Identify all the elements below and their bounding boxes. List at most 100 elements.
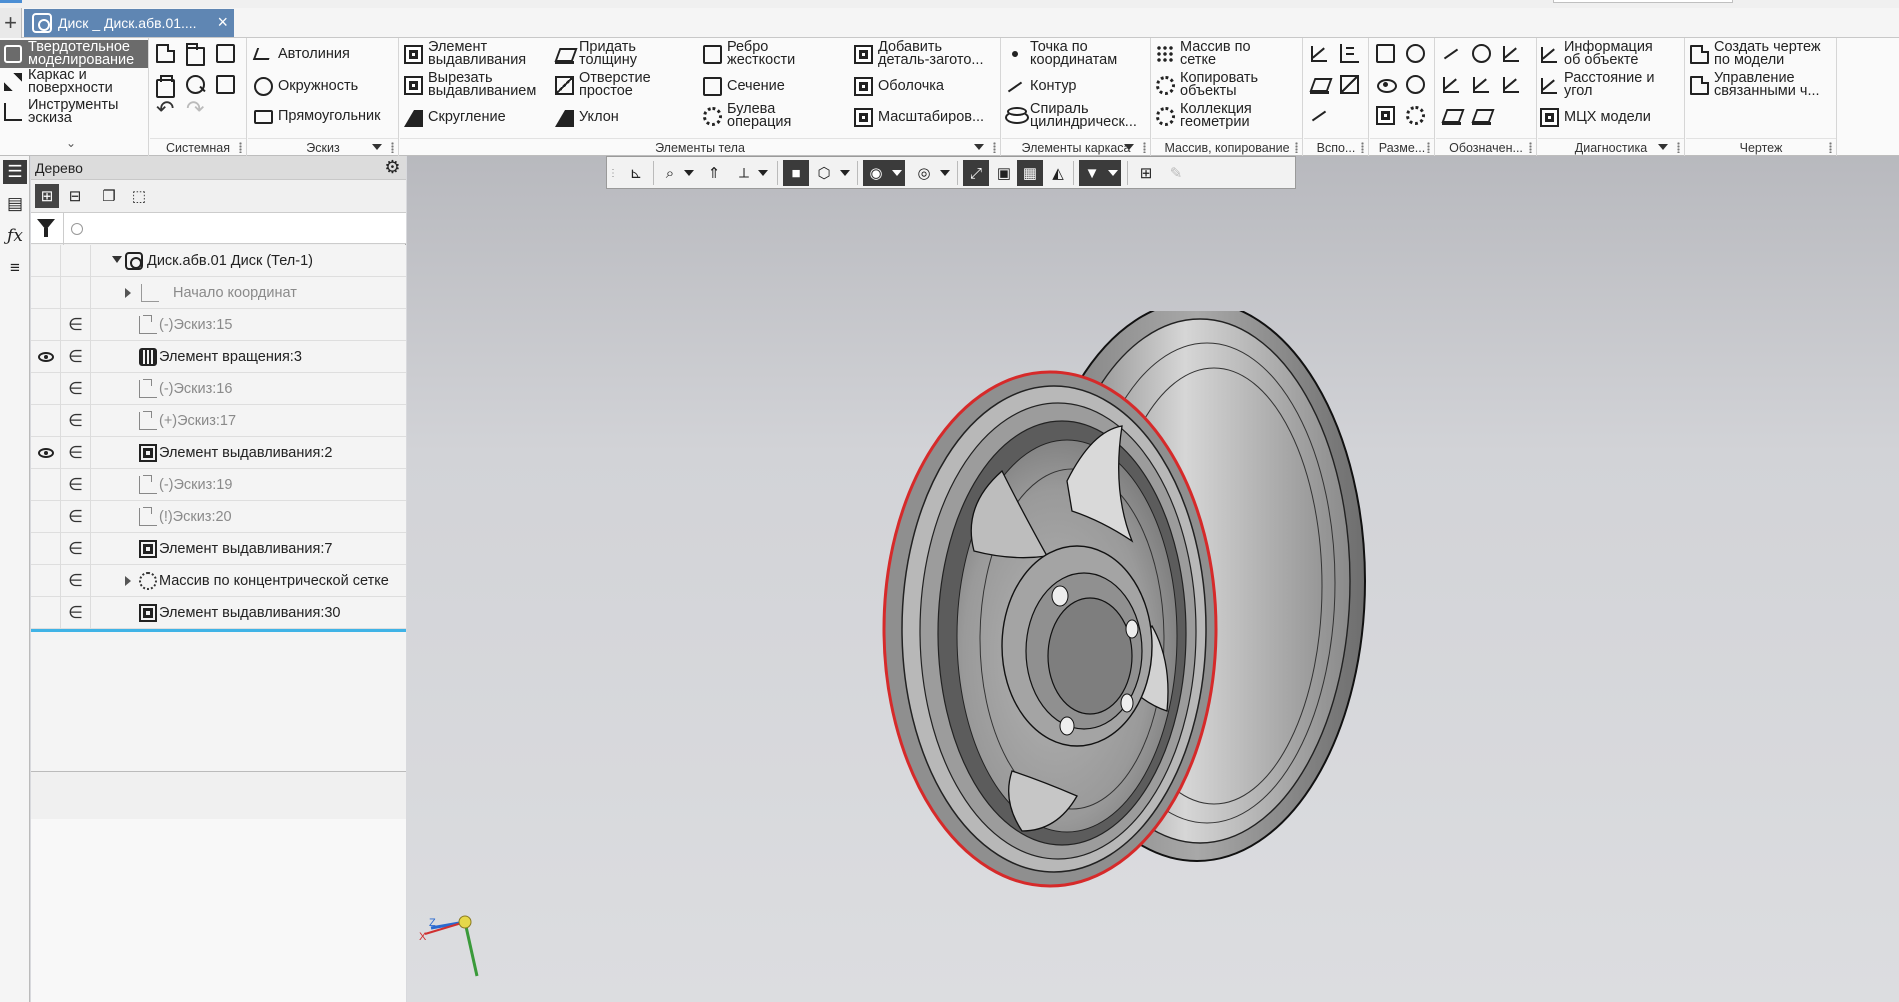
preview-button[interactable] [186, 75, 210, 94]
grip-icon[interactable] [1677, 142, 1680, 153]
thread-button[interactable] [1442, 44, 1466, 63]
shaded-mode-button[interactable]: ■ [783, 160, 809, 186]
tree-row[interactable]: ∈ (-)Эскиз:16 [31, 373, 406, 405]
visibility-cell[interactable] [31, 437, 61, 469]
aux-line-button[interactable] [1310, 106, 1334, 125]
grip-icon[interactable] [1427, 142, 1430, 153]
contour-button[interactable]: Контур [1006, 77, 1076, 96]
copy-objects-button[interactable]: Копировать объекты [1156, 71, 1258, 98]
edit-button[interactable]: ✎ [1163, 160, 1189, 186]
position-button[interactable] [1472, 106, 1496, 125]
eye-icon[interactable] [37, 448, 54, 458]
display-dropdown[interactable] [837, 160, 853, 186]
grip-icon[interactable] [1361, 142, 1364, 153]
close-icon[interactable]: × [217, 12, 228, 33]
redo-button[interactable] [186, 102, 210, 125]
chevron-down-icon[interactable] [372, 144, 382, 150]
angular-dim-button[interactable] [1406, 75, 1430, 94]
cut-extrude-button[interactable]: Вырезать выдавливанием [404, 71, 536, 98]
top-search-field[interactable] [1553, 0, 1733, 3]
tree-row[interactable]: ∈ Элемент выдавливания:7 [31, 533, 406, 565]
new-document-button[interactable] [156, 44, 180, 63]
circle-button[interactable]: Окружность [254, 77, 358, 96]
aux-plane-button[interactable] [1310, 44, 1334, 63]
visibility-cell[interactable] [31, 469, 61, 501]
section-button[interactable]: Сечение [703, 77, 785, 96]
tree-row[interactable]: ∈ (-)Эскиз:15 [31, 309, 406, 341]
distance-angle-button[interactable]: Расстояние и угол [1540, 71, 1654, 98]
edges-button[interactable]: ◭ [1045, 160, 1071, 186]
tree-row[interactable]: ∈ Элемент вращения:3 [31, 341, 406, 373]
hide-dropdown[interactable] [889, 160, 905, 186]
measure-button[interactable]: ⊞ [1133, 160, 1159, 186]
wheel-model[interactable] [862, 311, 1422, 891]
autoline-button[interactable]: Автолиния [254, 45, 350, 64]
linear-dim-button[interactable] [1376, 44, 1400, 63]
structure-view-button[interactable]: ⊟ [63, 184, 87, 208]
mass-properties-button[interactable]: МЦХ модели [1540, 108, 1651, 127]
perspective-button[interactable]: ⤢ [963, 160, 989, 186]
grid-array-button[interactable]: Массив по сетке [1156, 40, 1251, 67]
grip-icon[interactable]: ⋮ [607, 160, 619, 186]
base-button[interactable] [1442, 75, 1466, 94]
undo-button[interactable] [156, 102, 180, 125]
grip-icon[interactable] [1829, 142, 1832, 153]
build-order-view-button[interactable]: ⊞ [35, 184, 59, 208]
tree-row[interactable]: Начало координат [31, 277, 406, 309]
aux-offset-plane-button[interactable] [1310, 75, 1334, 94]
print-button[interactable] [156, 75, 180, 98]
visibility-cell[interactable] [31, 501, 61, 533]
hide-button[interactable]: ◉ [863, 160, 889, 186]
boolean-button[interactable]: Булева операция [703, 102, 791, 129]
tree-panel-button[interactable]: ☰ [3, 160, 27, 184]
grip-icon[interactable] [391, 142, 394, 153]
selection-filter-button[interactable]: ▼ [1079, 160, 1105, 186]
aux-lcs-button[interactable] [1340, 75, 1364, 94]
tree-row[interactable]: ∈ Элемент выдавливания:30 [31, 597, 406, 629]
roughness-button[interactable] [1502, 44, 1526, 63]
save-as-button[interactable] [216, 75, 240, 94]
chevron-right-icon[interactable] [125, 288, 131, 298]
tree-row[interactable]: ∈ (-)Эскиз:19 [31, 469, 406, 501]
leader-button[interactable] [1502, 75, 1526, 94]
add-blank-button[interactable]: Добавить деталь-загото... [854, 40, 984, 67]
radial-dim-button[interactable] [1376, 75, 1400, 94]
scale-button[interactable]: Масштабиров... [854, 108, 984, 127]
extrude-button[interactable]: Элемент выдавливания [404, 40, 526, 67]
tree-row[interactable]: ∈ Массив по концентрической сетке [31, 565, 406, 597]
orientation-dropdown[interactable] [755, 160, 771, 186]
visibility-cell[interactable] [31, 309, 61, 341]
filter-icon[interactable] [37, 219, 55, 237]
object-info-button[interactable]: Информация об объекте [1540, 40, 1653, 67]
selection-view-button[interactable]: ⬚ [127, 184, 151, 208]
manage-linked-drawings-button[interactable]: Управление связанными ч... [1690, 71, 1820, 98]
point-by-coords-button[interactable]: Точка по координатам [1006, 40, 1117, 67]
dim-style-button[interactable] [1406, 106, 1430, 125]
view-orientation-button[interactable]: ⟂ [731, 160, 757, 186]
rib-button[interactable]: Ребро жесткости [703, 40, 795, 67]
tree-search-input[interactable] [87, 217, 397, 241]
grip-icon[interactable] [239, 142, 242, 153]
auto-dim-button[interactable] [1376, 106, 1400, 125]
grip-icon[interactable] [1143, 142, 1146, 153]
parameters-panel-button[interactable]: ▤ [3, 192, 27, 216]
mode-wireframe-surfaces[interactable]: Каркас и поверхности [0, 68, 148, 96]
eye-icon[interactable] [37, 352, 54, 362]
helix-button[interactable]: Спираль цилиндрическ... [1006, 102, 1137, 129]
document-tab[interactable]: Диск _ Диск.абв.01.... × [24, 9, 234, 37]
tree-row[interactable]: ∈ (!)Эскиз:20 [31, 501, 406, 533]
tree-row[interactable]: ∈ (+)Эскиз:17 [31, 405, 406, 437]
draft-button[interactable]: Уклон [555, 108, 619, 127]
visibility-cell[interactable] [31, 245, 61, 277]
section-view-button[interactable]: ▣ [991, 160, 1017, 186]
visibility-cell[interactable] [31, 405, 61, 437]
chevron-right-icon[interactable] [125, 576, 131, 586]
grip-icon[interactable] [1529, 142, 1532, 153]
tree-row[interactable]: ∈ Элемент выдавливания:2 [31, 437, 406, 469]
components-view-button[interactable]: ❐ [97, 184, 121, 208]
rectangle-button[interactable]: Прямоугольник [254, 108, 380, 124]
geometry-collection-button[interactable]: Коллекция геометрии [1156, 102, 1252, 129]
chevron-down-icon[interactable] [974, 144, 984, 150]
orientation-button[interactable]: ⊾ [623, 160, 649, 186]
fillet-button[interactable]: Скругление [404, 108, 506, 127]
